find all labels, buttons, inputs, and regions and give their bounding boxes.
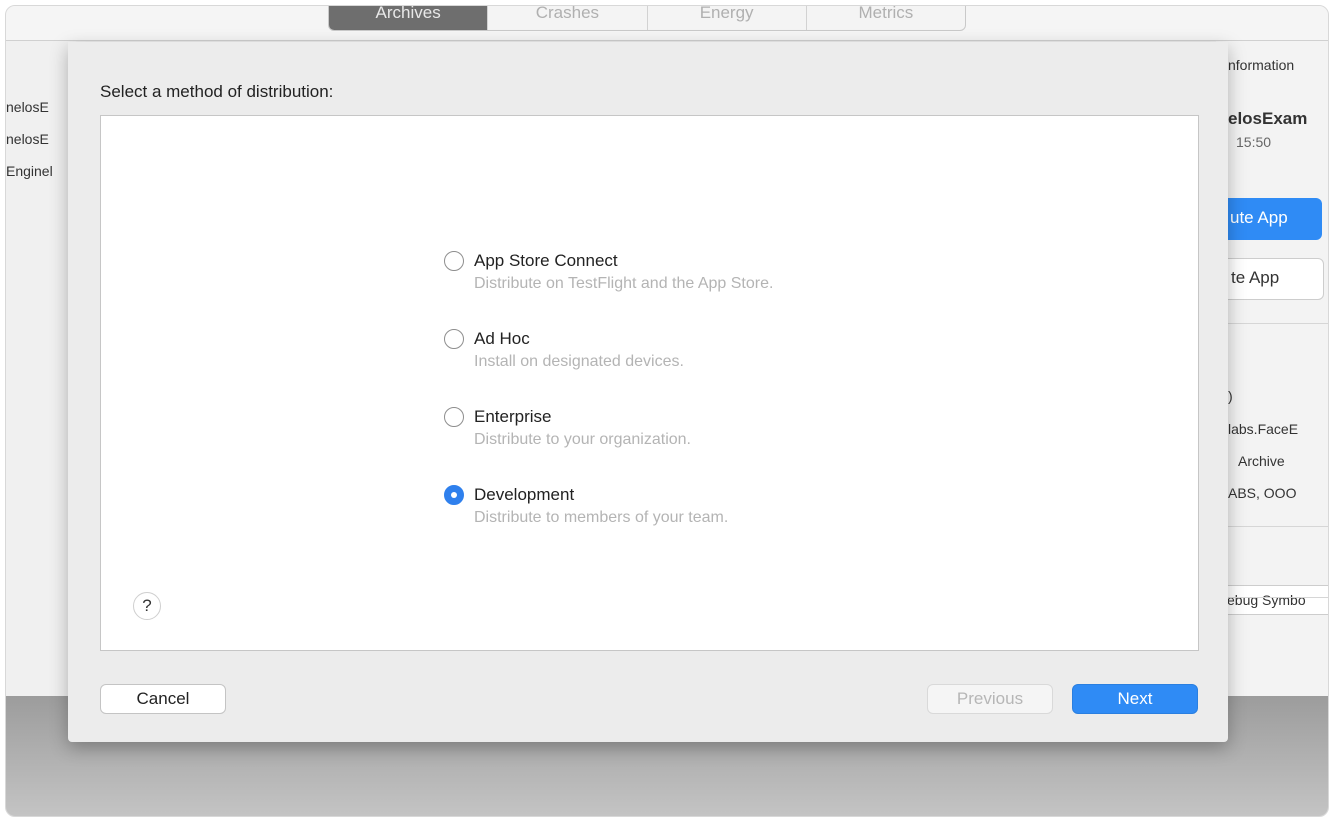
option-description: Distribute to members of your team. <box>474 509 729 526</box>
tab-energy[interactable]: Energy <box>648 6 807 30</box>
option-description: Install on designated devices. <box>474 353 684 370</box>
radio-button[interactable] <box>444 329 464 349</box>
distribution-dialog: Select a method of distribution: App Sto… <box>68 42 1228 742</box>
distribution-options-panel: App Store Connect Distribute on TestFlig… <box>100 115 1199 651</box>
archive-info-panel: nformation elosExam 15:50 ute App te App… <box>1216 41 1328 696</box>
radio-button-selected[interactable] <box>444 485 464 505</box>
radio-button[interactable] <box>444 407 464 427</box>
distribute-app-button: ute App <box>1216 198 1322 240</box>
info-header: nformation <box>1228 57 1295 73</box>
info-line: ) <box>1228 388 1233 404</box>
validate-app-label: te App <box>1231 268 1280 287</box>
previous-button[interactable]: Previous <box>927 684 1053 714</box>
info-line: ABS, OOO <box>1228 485 1297 501</box>
archive-list: nelosE nelosE Enginel <box>6 41 76 696</box>
radio-button[interactable] <box>444 251 464 271</box>
tab-archives[interactable]: Archives <box>329 6 489 30</box>
help-button[interactable]: ? <box>133 592 161 620</box>
app-window: Archives Crashes Energy Metrics nelosE n… <box>5 5 1329 817</box>
list-item: Enginel <box>6 163 53 179</box>
upload-symbols-label: ebug Symbo <box>1227 592 1306 608</box>
option-label: Development <box>474 485 575 504</box>
option-label: App Store Connect <box>474 251 618 270</box>
next-button[interactable]: Next <box>1072 684 1198 714</box>
organizer-tabs: Archives Crashes Energy Metrics <box>328 6 966 31</box>
tab-crashes[interactable]: Crashes <box>488 6 648 30</box>
info-time: 15:50 <box>1236 134 1272 150</box>
divider <box>1216 323 1328 324</box>
divider <box>1216 597 1328 598</box>
validate-app-button: te App <box>1216 258 1324 300</box>
list-item: nelosE <box>6 131 49 147</box>
distribute-app-label: ute App <box>1230 208 1288 227</box>
tab-metrics[interactable]: Metrics <box>807 6 965 30</box>
info-app-name: elosExam <box>1228 109 1308 128</box>
dialog-title: Select a method of distribution: <box>100 82 334 101</box>
option-description: Distribute to your organization. <box>474 431 691 448</box>
info-line: Archive <box>1238 453 1285 469</box>
option-label: Enterprise <box>474 407 552 426</box>
upload-symbols-button: ebug Symbo <box>1216 585 1328 615</box>
list-item: nelosE <box>6 99 49 115</box>
info-line: labs.FaceE <box>1228 421 1299 437</box>
divider <box>1216 526 1328 527</box>
cancel-button[interactable]: Cancel <box>100 684 226 714</box>
option-label: Ad Hoc <box>474 329 530 348</box>
option-description: Distribute on TestFlight and the App Sto… <box>474 275 774 292</box>
